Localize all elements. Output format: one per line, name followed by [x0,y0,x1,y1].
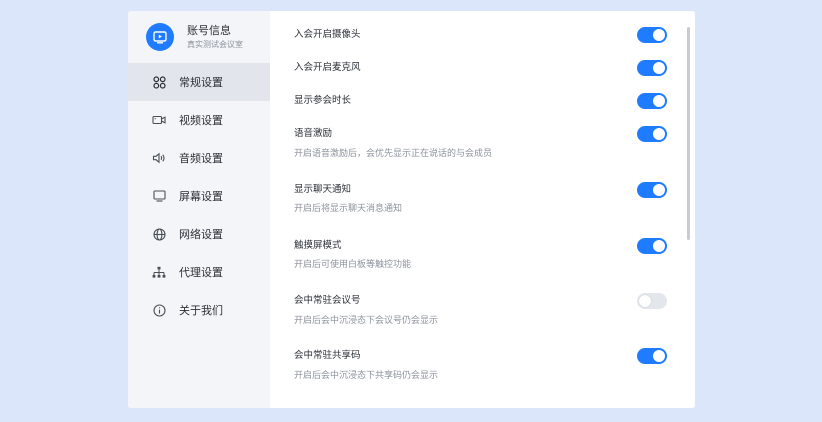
avatar[interactable] [146,23,174,51]
touchscreen-mode-toggle[interactable] [637,238,667,254]
setting-touchscreen-mode: 触摸屏模式 开启后可使用白板等触控功能 [294,238,667,270]
account-info[interactable]: 账号信息 真实测试会议室 [128,11,270,63]
chat-notification-toggle[interactable] [637,182,667,198]
setting-voice-activation: 语音激励 开启语音激励后，会优先显示正在说话的与会成员 [294,126,667,159]
setting-description: 开启后会中沉浸态下共享码仍会显示 [294,371,439,381]
setting-title: 语音激励 [294,128,333,139]
show-duration-toggle[interactable] [637,93,667,109]
screen-play-icon [153,31,167,44]
grid-circles-icon [152,75,166,89]
setting-description: 开启后会中沉浸态下会议号仍会显示 [294,316,439,326]
sidebar-item-network[interactable]: 网络设置 [128,215,270,253]
sidebar-item-label: 音频设置 [179,152,223,165]
setting-chat-notification: 显示聊天通知 开启后将显示聊天消息通知 [294,182,667,214]
sidebar-item-label: 代理设置 [179,266,223,279]
setting-show-duration: 显示参会时长 [294,93,667,109]
content-scrollbar[interactable] [687,27,690,240]
sidebar-item-audio[interactable]: 音频设置 [128,139,270,177]
setting-persistent-share-code: 会中常驻共享码 开启后会中沉浸态下共享码仍会显示 [294,348,667,381]
setting-title: 会中常驻共享码 [294,350,361,361]
setting-camera-on-join: 入会开启摄像头 [294,27,667,43]
persistent-share-code-toggle[interactable] [637,348,667,364]
setting-description: 开启后可使用白板等触控功能 [294,260,412,270]
globe-icon [152,227,166,241]
settings-content: 入会开启摄像头 入会开启麦克风 显示参会时长 语音激励 开启语音激励后，会优先显… [270,11,695,408]
settings-sidebar: 账号信息 真实测试会议室 常规设置 视频设置 音频设置 屏幕设置 网络设置 代理… [128,11,270,408]
settings-window: 账号信息 真实测试会议室 常规设置 视频设置 音频设置 屏幕设置 网络设置 代理… [128,11,695,408]
sidebar-item-label: 常规设置 [179,76,223,89]
speaker-icon [152,151,166,165]
setting-description: 开启语音激励后，会优先显示正在说话的与会成员 [294,149,493,159]
setting-title: 入会开启摄像头 [294,29,361,40]
account-name: 账号信息 [187,24,231,38]
sidebar-item-proxy[interactable]: 代理设置 [128,253,270,291]
setting-title: 入会开启麦克风 [294,62,361,73]
sidebar-item-label: 关于我们 [179,304,223,317]
setting-mic-on-join: 入会开启麦克风 [294,60,667,76]
setting-title: 触摸屏模式 [294,240,342,251]
camera-on-join-toggle[interactable] [637,27,667,43]
monitor-icon [152,189,166,203]
voice-activation-toggle[interactable] [637,126,667,142]
network-tree-icon [152,265,166,279]
sidebar-item-label: 视频设置 [179,114,223,127]
sidebar-item-label: 屏幕设置 [179,190,223,203]
setting-title: 会中常驻会议号 [294,295,361,306]
sidebar-item-general[interactable]: 常规设置 [128,63,270,101]
mic-on-join-toggle[interactable] [637,60,667,76]
setting-title: 显示参会时长 [294,95,352,106]
setting-title: 显示聊天通知 [294,184,352,195]
setting-description: 开启后将显示聊天消息通知 [294,204,403,214]
video-camera-icon [152,113,166,127]
sidebar-item-video[interactable]: 视频设置 [128,101,270,139]
account-subtitle: 真实测试会议室 [187,39,243,49]
sidebar-item-label: 网络设置 [179,228,223,241]
sidebar-item-about[interactable]: 关于我们 [128,291,270,329]
persistent-meeting-id-toggle[interactable] [637,293,667,309]
sidebar-item-screen[interactable]: 屏幕设置 [128,177,270,215]
setting-persistent-meeting-id: 会中常驻会议号 开启后会中沉浸态下会议号仍会显示 [294,293,667,326]
info-icon [152,303,166,317]
